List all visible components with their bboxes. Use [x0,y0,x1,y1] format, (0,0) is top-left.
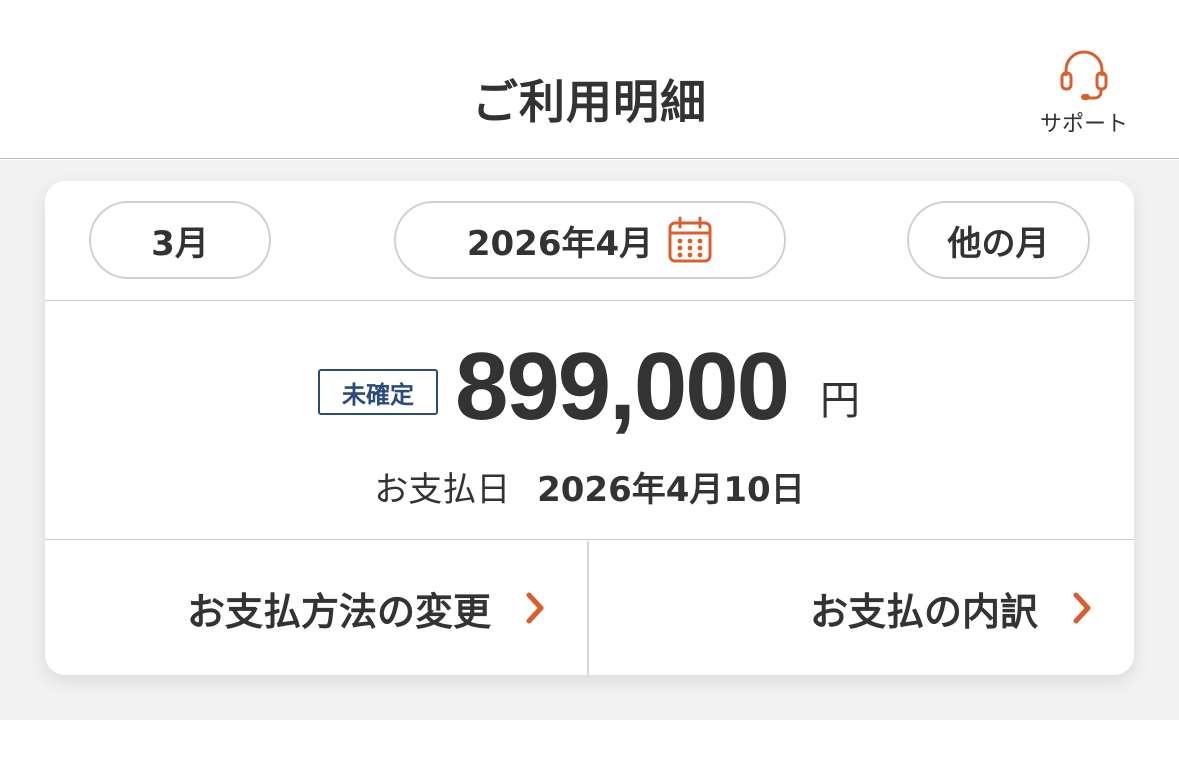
payment-breakdown-label: お支払の内訳 [809,589,1038,634]
due-date-label: お支払日 [374,470,511,510]
support-label: サポート [1039,112,1128,137]
due-date-value: 2026年4月10日 [537,470,805,510]
current-month-button[interactable]: 2026年4月 [394,201,786,279]
month-selector: 3月 2026年4月 他の月 [45,181,1134,301]
status-badge: 未確定 [318,369,438,415]
billing-card: 3月 2026年4月 他の月 未確定 899,000 円 お支払日 2026年4… [45,181,1134,675]
headset-icon [1060,50,1108,100]
amount-value: 899,000 [455,333,790,440]
due-date-row: お支払日 2026年4月10日 [45,462,1134,511]
change-payment-method-label: お支払方法の変更 [186,589,491,634]
app-header: ご利用明細 サポート [0,0,1179,159]
action-row: お支払方法の変更 お支払の内訳 [45,541,1134,675]
payment-breakdown-button[interactable]: お支払の内訳 [591,541,1134,675]
prev-month-button[interactable]: 3月 [89,201,271,279]
other-month-button[interactable]: 他の月 [907,201,1090,279]
amount-unit: 円 [820,378,860,424]
amount-summary: 未確定 899,000 円 お支払日 2026年4月10日 [45,302,1134,540]
support-button[interactable]: サポート [1034,46,1134,142]
chevron-right-icon [526,592,544,624]
page-title: ご利用明細 [472,75,707,129]
current-month-label: 2026年4月 [466,223,654,264]
calendar-icon [668,216,712,263]
chevron-right-icon [1073,592,1091,624]
change-payment-method-button[interactable]: お支払方法の変更 [45,541,589,675]
